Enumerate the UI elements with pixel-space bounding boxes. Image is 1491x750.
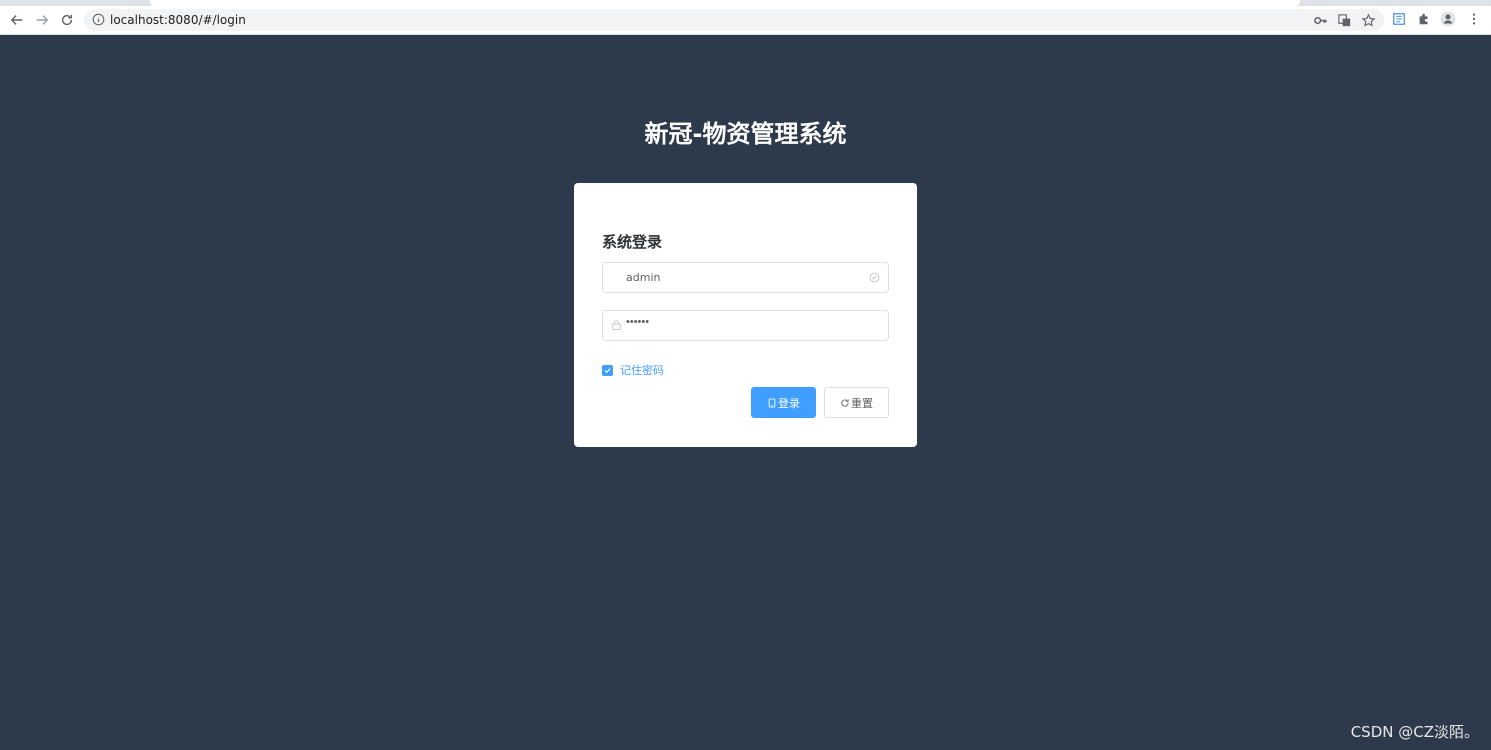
bookmark-manager-icon[interactable] [1390, 10, 1408, 28]
refresh-icon [841, 398, 849, 407]
extensions-icon[interactable] [1415, 10, 1433, 28]
check-icon [604, 367, 611, 373]
reload-icon[interactable] [56, 9, 78, 31]
password-input[interactable]: •••••• [602, 310, 889, 341]
login-button[interactable]: 登录 [751, 387, 816, 418]
url-text: localhost:8080/#/login [110, 13, 246, 27]
mobile-icon [768, 397, 776, 408]
reset-button-label: 重置 [851, 396, 873, 410]
lock-icon [612, 320, 621, 331]
translate-icon[interactable] [1337, 13, 1352, 28]
password-value: •••••• [626, 316, 650, 328]
remember-label: 记住密码 [620, 364, 664, 377]
watermark: CSDN @CZ淡陌。 [1350, 723, 1479, 741]
login-card: 系统登录 admin •••••• 记住密码 登录 重置 [574, 183, 917, 447]
remember-checkbox[interactable] [602, 364, 613, 376]
profile-icon[interactable] [1439, 10, 1457, 28]
username-value: admin [626, 271, 661, 284]
info-icon[interactable] [92, 13, 105, 26]
check-circle-icon [869, 272, 880, 283]
browser-toolbar: localhost:8080/#/login [0, 6, 1491, 35]
login-button-label: 登录 [778, 396, 800, 410]
back-icon[interactable] [6, 9, 28, 31]
page-title: 新冠-物资管理系统 [644, 120, 847, 148]
key-icon[interactable] [1313, 13, 1328, 28]
star-icon[interactable] [1361, 13, 1376, 28]
address-bar[interactable]: localhost:8080/#/login [84, 9, 1384, 31]
reset-button[interactable]: 重置 [824, 387, 889, 418]
menu-icon[interactable] [1465, 10, 1483, 28]
forward-icon[interactable] [31, 9, 53, 31]
username-input[interactable]: admin [602, 262, 889, 293]
remember-password[interactable]: 记住密码 [602, 362, 664, 378]
login-heading: 系统登录 [602, 233, 663, 251]
